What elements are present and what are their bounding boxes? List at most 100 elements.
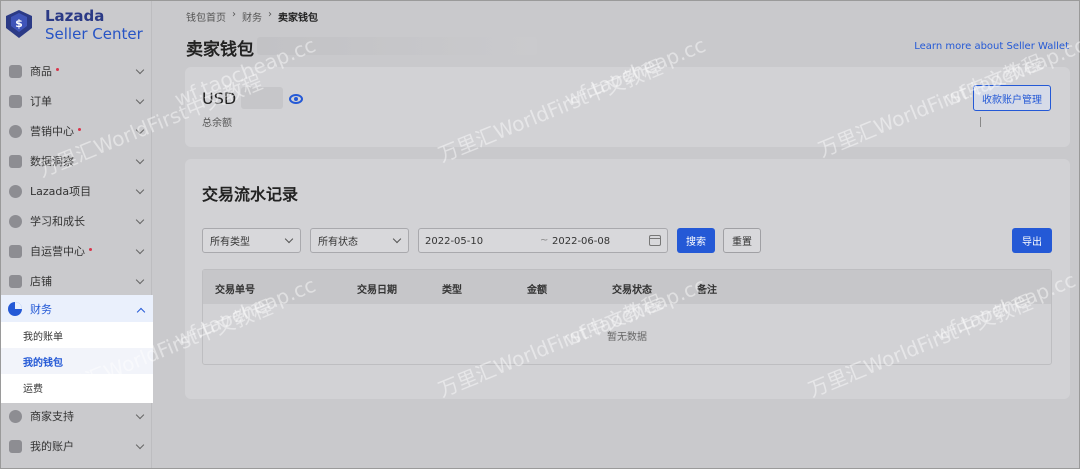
notification-dot bbox=[78, 127, 81, 131]
sidebar-subitem-my-wallet[interactable]: 我的钱包 bbox=[1, 348, 153, 374]
empty-state-text: 暂无数据 bbox=[607, 332, 647, 343]
sidebar-item-label: 营销中心 bbox=[30, 125, 74, 138]
sidebar-item-label: 学习和成长 bbox=[30, 215, 85, 228]
calendar-icon[interactable] bbox=[649, 235, 661, 246]
transaction-title: 交易流水记录 bbox=[202, 185, 299, 204]
program-icon bbox=[9, 184, 22, 198]
export-button[interactable]: 导出 bbox=[1012, 228, 1052, 253]
date-end-input[interactable]: 2022-06-08 bbox=[552, 236, 610, 247]
manage-receiving-accounts-button[interactable]: 收款账户管理 bbox=[973, 85, 1051, 111]
sidebar-item-marketing[interactable]: 营销中心 bbox=[1, 116, 152, 146]
order-icon bbox=[9, 94, 22, 108]
search-button[interactable]: 搜索 bbox=[677, 228, 715, 253]
self-ops-icon bbox=[9, 244, 22, 258]
chevron-down-icon bbox=[284, 234, 294, 244]
chevron-down-icon bbox=[135, 155, 145, 165]
sidebar-item-my-account[interactable]: 我的账户 bbox=[1, 431, 152, 461]
sidebar-item-store[interactable]: 店铺 bbox=[1, 266, 152, 296]
breadcrumb-separator: › bbox=[268, 9, 272, 20]
transaction-table: 交易单号 交易日期 类型 金额 交易状态 备注 暂无数据 bbox=[202, 269, 1052, 365]
sidebar-item-label: 我的账户 bbox=[30, 440, 74, 453]
sidebar-item-seller-support[interactable]: 商家支持 bbox=[1, 401, 152, 431]
divider bbox=[980, 117, 981, 127]
sidebar-subitem-my-bills[interactable]: 我的账单 bbox=[1, 322, 153, 348]
column-header: 金额 bbox=[527, 285, 547, 296]
breadcrumb-wallet-home[interactable]: 钱包首页 bbox=[186, 9, 226, 24]
sidebar-item-label: Lazada项目 bbox=[30, 185, 92, 198]
sidebar-bottom-nav: 商家支持 我的账户 bbox=[1, 401, 152, 461]
chevron-down-icon bbox=[392, 234, 402, 244]
chevron-down-icon bbox=[135, 440, 145, 450]
marketing-icon bbox=[9, 124, 22, 138]
sidebar-item-label: 财务 bbox=[30, 302, 52, 316]
chevron-down-icon bbox=[135, 410, 145, 420]
sidebar-nav: 商品 订单 营销中心 数据洞察 Lazada项目 学习和成长 自运营中心 店铺 bbox=[1, 56, 152, 296]
sidebar-item-label: 商品 bbox=[30, 65, 52, 78]
logo[interactable]: $ Lazada Seller Center bbox=[5, 7, 150, 45]
chevron-down-icon bbox=[135, 275, 145, 285]
column-header: 交易单号 bbox=[215, 285, 255, 296]
column-header: 备注 bbox=[697, 285, 717, 296]
sidebar-item-learning[interactable]: 学习和成长 bbox=[1, 206, 152, 236]
chevron-down-icon bbox=[135, 245, 145, 255]
account-icon bbox=[9, 439, 22, 453]
pie-chart-icon bbox=[8, 301, 22, 316]
lazada-logo-icon: $ bbox=[6, 10, 32, 38]
page-title: 卖家钱包 bbox=[186, 40, 254, 60]
sidebar-item-label: 商家支持 bbox=[30, 410, 74, 423]
store-icon bbox=[9, 274, 22, 288]
chevron-down-icon bbox=[135, 185, 145, 195]
sidebar-item-label: 自运营中心 bbox=[30, 245, 85, 258]
date-separator: ~ bbox=[540, 235, 549, 246]
sidebar-item-label: 数据洞察 bbox=[30, 155, 74, 168]
status-select-value: 所有状态 bbox=[318, 237, 358, 248]
column-header: 类型 bbox=[442, 285, 462, 296]
balance-card: USD 总余额 收款账户管理 bbox=[185, 67, 1070, 147]
date-start-input[interactable]: 2022-05-10 bbox=[425, 236, 483, 247]
sidebar-item-data-insights[interactable]: 数据洞察 bbox=[1, 146, 152, 176]
column-header: 交易状态 bbox=[612, 285, 652, 296]
chevron-up-icon bbox=[136, 307, 146, 317]
type-select-value: 所有类型 bbox=[210, 237, 250, 248]
transaction-card: 交易流水记录 所有类型 所有状态 2022-05-10 ~ 2022-06-08… bbox=[185, 159, 1070, 399]
sidebar-group-finance: 财务 我的账单 我的钱包 运费 bbox=[1, 295, 153, 403]
sidebar-item-products[interactable]: 商品 bbox=[1, 56, 152, 86]
learn-more-link[interactable]: Learn more about Seller Wallet bbox=[914, 41, 1069, 52]
sidebar-item-label: 订单 bbox=[30, 95, 52, 108]
eye-icon[interactable] bbox=[289, 94, 303, 104]
breadcrumb-separator: › bbox=[232, 9, 236, 20]
svg-text:$: $ bbox=[15, 17, 23, 30]
breadcrumb: 钱包首页 › 财务 › 卖家钱包 bbox=[186, 9, 318, 24]
brand-name: Lazada bbox=[45, 7, 105, 25]
learning-icon bbox=[9, 214, 22, 228]
help-icon bbox=[9, 409, 22, 423]
date-range-picker[interactable]: 2022-05-10 ~ 2022-06-08 bbox=[418, 228, 668, 253]
balance-currency: USD bbox=[202, 89, 237, 108]
sidebar-subitem-shipping-fee[interactable]: 运费 bbox=[1, 374, 153, 400]
breadcrumb-current: 卖家钱包 bbox=[278, 13, 318, 24]
chevron-down-icon bbox=[135, 65, 145, 75]
chevron-down-icon bbox=[135, 215, 145, 225]
table-header: 交易单号 交易日期 类型 金额 交易状态 备注 bbox=[203, 270, 1051, 304]
sidebar-item-finance[interactable]: 财务 bbox=[1, 295, 153, 322]
sidebar-item-label: 店铺 bbox=[30, 275, 52, 288]
type-select[interactable]: 所有类型 bbox=[202, 228, 301, 253]
status-select[interactable]: 所有状态 bbox=[310, 228, 409, 253]
breadcrumb-finance[interactable]: 财务 bbox=[242, 9, 262, 24]
product-icon bbox=[9, 64, 22, 78]
sidebar-item-orders[interactable]: 订单 bbox=[1, 86, 152, 116]
notification-dot bbox=[56, 67, 59, 71]
data-icon bbox=[9, 154, 22, 168]
redacted-balance bbox=[241, 87, 283, 109]
chevron-down-icon bbox=[135, 95, 145, 105]
brand-subtitle: Seller Center bbox=[45, 25, 143, 43]
chevron-down-icon bbox=[135, 125, 145, 135]
column-header: 交易日期 bbox=[357, 285, 397, 296]
sidebar-item-self-ops[interactable]: 自运营中心 bbox=[1, 236, 152, 266]
total-balance-label: 总余额 bbox=[202, 118, 232, 129]
reset-button[interactable]: 重置 bbox=[723, 228, 761, 253]
redacted-region bbox=[257, 37, 537, 55]
notification-dot bbox=[89, 247, 92, 251]
main-content: 钱包首页 › 财务 › 卖家钱包 卖家钱包 Learn more about S… bbox=[153, 1, 1079, 468]
sidebar-item-lazada-program[interactable]: Lazada项目 bbox=[1, 176, 152, 206]
